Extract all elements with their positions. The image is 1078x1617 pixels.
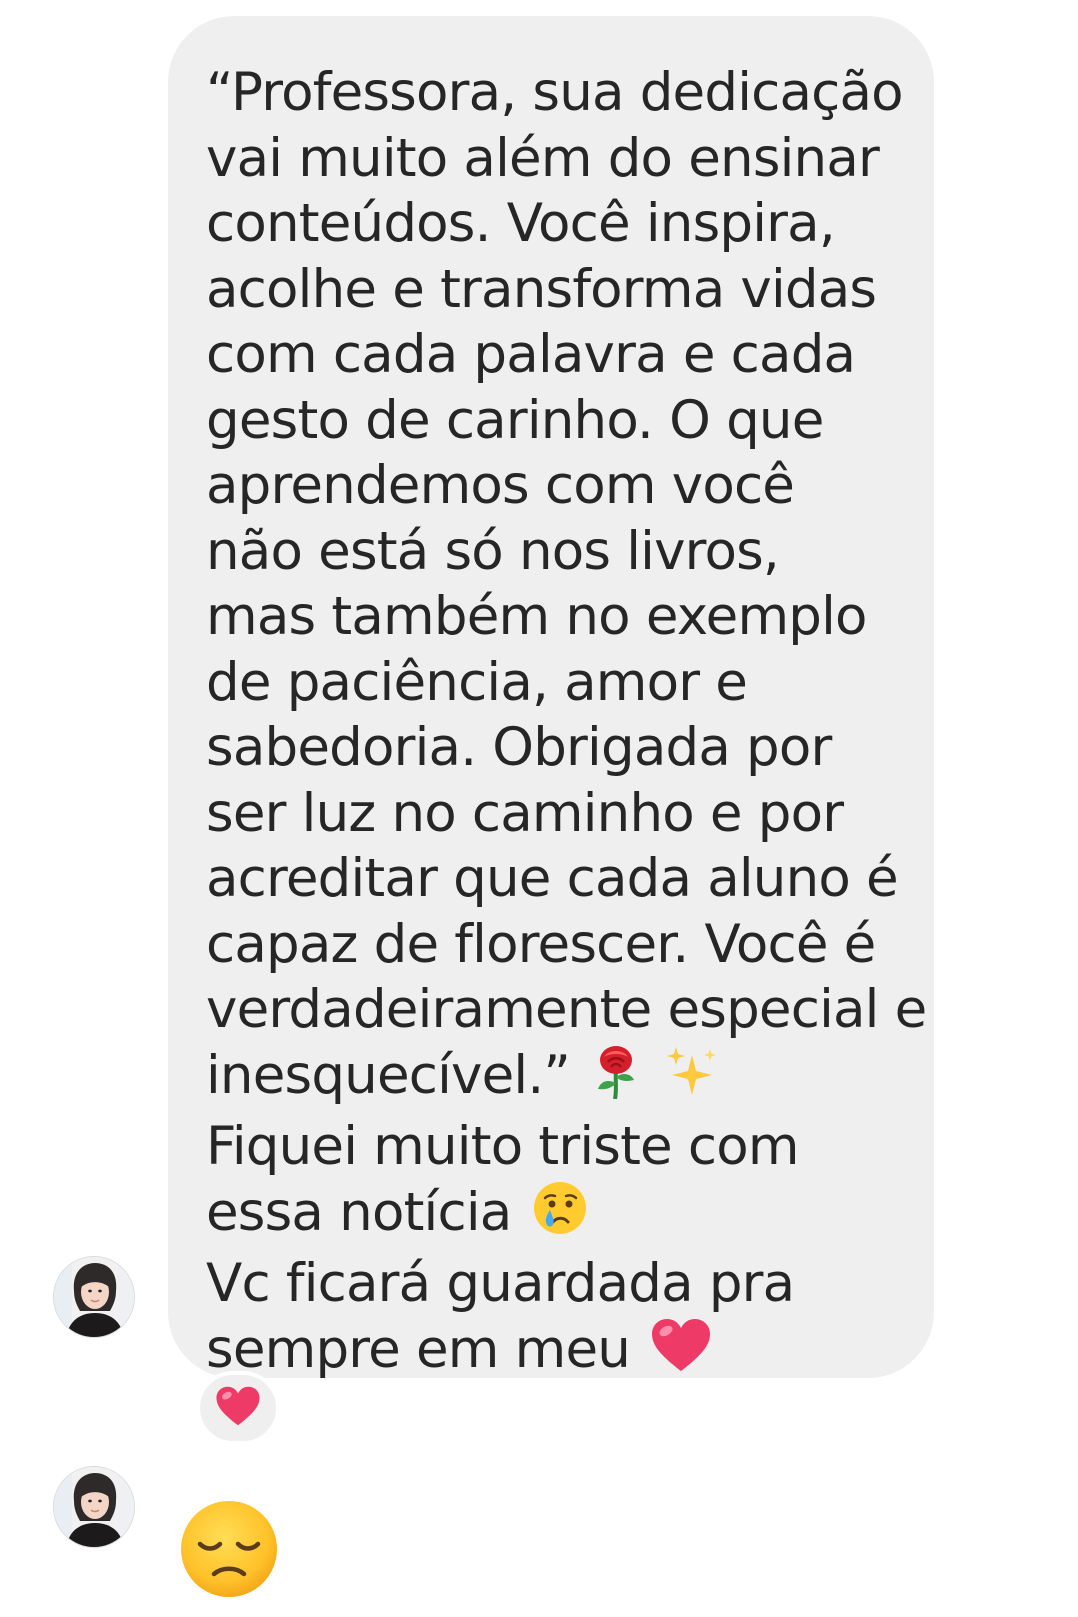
message-line: mas também no exemplo [206,586,867,647]
message-line: “Professora, sua dedicação [206,62,904,123]
sparkles-emoji [662,1045,720,1115]
message-line: Fiquei muito triste com [206,1116,800,1177]
message-line: de paciência, amor e [206,651,748,713]
sender-avatar[interactable] [53,1256,135,1338]
red-heart-emoji [650,1317,712,1389]
message-line: verdadeiramente especial e [206,979,927,1040]
message-line: acreditar que cada aluno é [206,848,899,909]
crying-face-emoji [532,1180,588,1252]
message-line-text: essa notícia [206,1181,512,1243]
message-line: sabedoria. Obrigada por [206,717,832,778]
message-line: conteúdos. Você inspira, [206,193,836,254]
message-line: ser luz no caminho e por [206,782,844,844]
message-line: vai muito além do ensinar [206,127,880,189]
message-line: com cada palavra e cada [206,324,856,385]
message-line-with-emoji: essa notícia [206,1180,914,1252]
message-line: aprendemos com você [206,455,795,516]
message-line: não está só nos livros, [206,520,780,582]
rose-emoji [590,1045,642,1115]
message-line-text: inesquecível.” [206,1044,571,1106]
message-line-text: sempre em meu [206,1318,631,1380]
sender-avatar[interactable] [53,1466,135,1548]
message-line: acolhe e transforma vidas [206,258,877,320]
message-line-with-emoji: inesquecível.” [206,1043,914,1115]
heart-reaction-icon [215,1385,261,1431]
message-line-with-emoji: sempre em meu [206,1317,914,1389]
disappointed-face-emoji[interactable] [178,1498,280,1600]
message-line: gesto de carinho. O que [206,389,824,451]
message-bubble[interactable]: “Professora, sua dedicação vai muito alé… [168,16,934,1380]
message-line: Vc ficará guardada pra [206,1253,795,1314]
message-line: capaz de florescer. Você é [206,913,876,975]
message-reaction[interactable] [196,1371,280,1445]
